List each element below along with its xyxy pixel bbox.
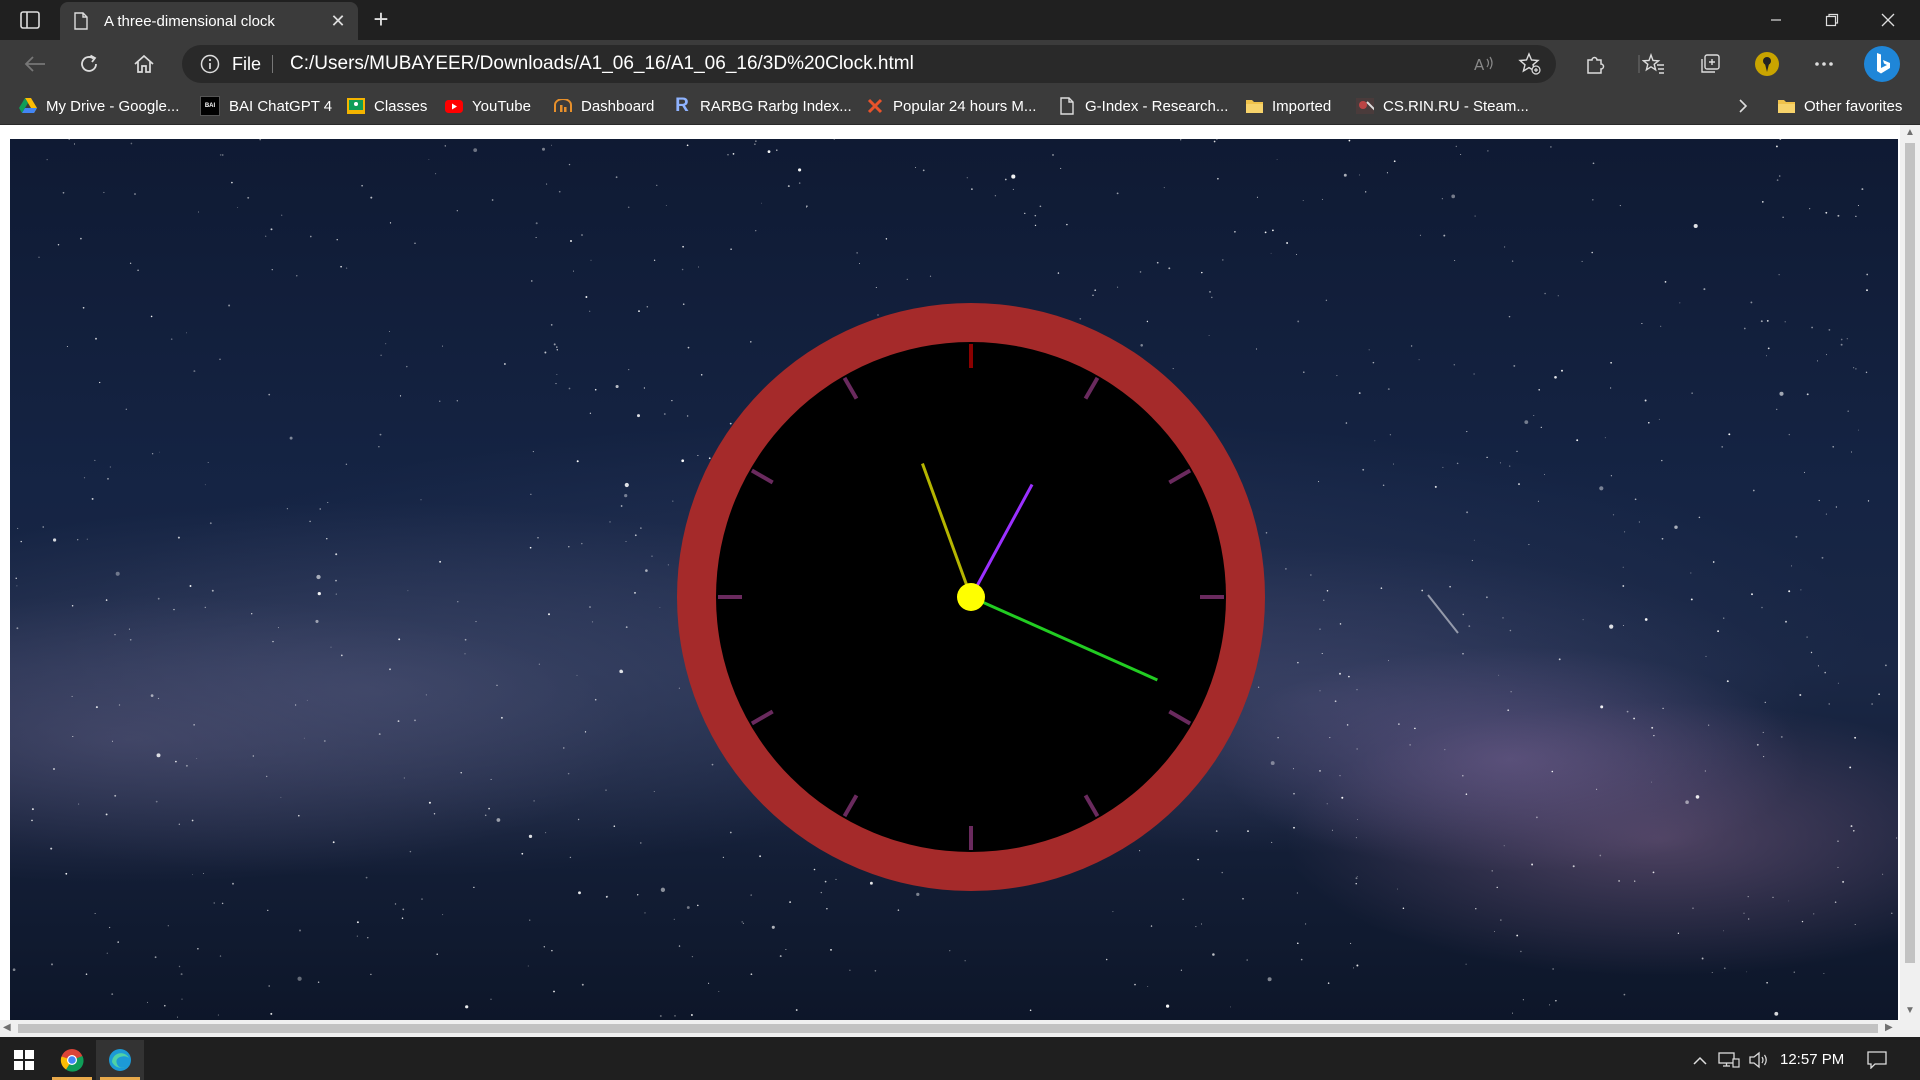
close-tab-icon[interactable]: ✕	[324, 7, 352, 35]
tab-title: A three-dimensional clock	[104, 12, 275, 30]
vertical-scrollbar[interactable]: ▲ ▼	[1900, 125, 1920, 1020]
x-logo-icon	[866, 97, 884, 115]
favorite-label: Popular 24 hours M...	[893, 97, 1037, 115]
favorite-label: BAI ChatGPT 4	[229, 97, 333, 115]
svg-text:A: A	[1474, 56, 1485, 74]
other-favorites-folder[interactable]: Other favorites	[1777, 96, 1902, 116]
favorites-icon[interactable]	[1639, 49, 1669, 79]
collections-icon[interactable]	[1695, 49, 1725, 79]
address-bar[interactable]: File C:/Users/MUBAYEER/Downloads/A1_06_1…	[182, 45, 1556, 83]
favorite-label: YouTube	[472, 97, 531, 115]
info-icon[interactable]	[200, 54, 220, 74]
system-time[interactable]: 12:57 PM	[1780, 1051, 1844, 1068]
favorites-bar: My Drive - Google... BAI BAI ChatGPT 4 C…	[0, 88, 1920, 125]
favorite-popular-24-hours[interactable]: Popular 24 hours M...	[866, 96, 1036, 116]
extensions-icon[interactable]	[1580, 49, 1610, 79]
favorite-label: RARBG Rarbg Index...	[700, 97, 852, 115]
close-window-icon[interactable]	[1860, 0, 1916, 40]
favorite-label: Classes	[374, 97, 428, 115]
tab-actions-icon[interactable]	[14, 8, 46, 32]
speaker-icon[interactable]	[1748, 1050, 1770, 1070]
google-drive-icon	[19, 97, 37, 115]
dashboard-icon	[554, 97, 572, 115]
starfield-canvas[interactable]	[10, 139, 1898, 1021]
favorite-label: Imported	[1272, 97, 1332, 115]
bai-icon: BAI	[200, 96, 220, 116]
google-classroom-icon	[347, 97, 365, 115]
favorite-label: My Drive - Google...	[46, 97, 180, 115]
url-text[interactable]: C:/Users/MUBAYEER/Downloads/A1_06_16/A1_…	[290, 53, 914, 75]
other-favorites-label: Other favorites	[1804, 97, 1903, 115]
edge-icon[interactable]	[96, 1040, 144, 1080]
navigation-toolbar: File C:/Users/MUBAYEER/Downloads/A1_06_1…	[0, 40, 1920, 88]
clock-center-pin	[957, 583, 985, 611]
page-content: ▲ ▼ ◀ ▶	[0, 125, 1920, 1037]
favorite-classes[interactable]: Classes	[347, 96, 427, 116]
read-aloud-icon[interactable]: A	[1472, 52, 1496, 76]
scroll-up-icon[interactable]: ▲	[1905, 127, 1915, 138]
favorite-my-drive[interactable]: My Drive - Google...	[19, 96, 179, 116]
scroll-right-icon[interactable]: ▶	[1885, 1022, 1893, 1033]
network-icon[interactable]	[1718, 1050, 1740, 1070]
minimize-icon[interactable]	[1748, 0, 1804, 40]
home-icon[interactable]	[126, 46, 162, 82]
more-options-icon[interactable]	[1809, 49, 1839, 79]
favorite-cs-rin[interactable]: CS.RIN.RU - Steam...	[1356, 96, 1529, 116]
favorite-rarbg[interactable]: R RARBG Rarbg Index...	[673, 95, 852, 116]
favorite-label: CS.RIN.RU - Steam...	[1383, 97, 1529, 115]
back-arrow-icon[interactable]	[17, 46, 53, 82]
windows-start-icon[interactable]	[0, 1040, 48, 1080]
rarbg-icon: R	[675, 95, 689, 116]
bing-copilot-icon[interactable]	[1862, 44, 1902, 84]
new-tab-button[interactable]: +	[366, 6, 396, 34]
analog-clock	[677, 303, 1265, 891]
chevron-up-icon[interactable]	[1689, 1050, 1711, 1070]
document-icon	[1058, 97, 1076, 115]
windows-taskbar: 12:57 PM	[0, 1040, 1920, 1080]
favorite-label: Dashboard	[581, 97, 655, 115]
favorite-youtube[interactable]: YouTube	[445, 96, 531, 116]
favorite-dashboard[interactable]: Dashboard	[554, 96, 654, 116]
horizontal-scrollbar[interactable]: ◀ ▶	[0, 1020, 1920, 1037]
divider	[272, 55, 273, 73]
notification-center-icon[interactable]	[1866, 1050, 1888, 1070]
refresh-icon[interactable]	[71, 46, 107, 82]
chrome-icon[interactable]	[48, 1040, 96, 1080]
youtube-icon	[445, 97, 463, 115]
chevron-right-icon[interactable]	[1732, 96, 1754, 116]
favorite-imported-folder[interactable]: Imported	[1245, 96, 1331, 116]
vertical-scroll-thumb[interactable]	[1905, 143, 1915, 963]
scroll-down-icon[interactable]: ▼	[1905, 1005, 1915, 1016]
profile-extension-icon[interactable]	[1752, 49, 1782, 79]
tab-strip: A three-dimensional clock ✕ +	[0, 0, 1920, 40]
favorite-g-index[interactable]: G-Index - Research...	[1058, 96, 1228, 116]
scheme-label: File	[232, 54, 262, 74]
active-tab[interactable]: A three-dimensional clock ✕	[60, 2, 358, 40]
restore-icon[interactable]	[1804, 0, 1860, 40]
favorite-bai-chatgpt[interactable]: BAI BAI ChatGPT 4	[200, 96, 332, 116]
document-icon	[74, 12, 90, 30]
scroll-left-icon[interactable]: ◀	[3, 1022, 11, 1033]
favorite-label: G-Index - Research...	[1085, 97, 1229, 115]
csrin-icon	[1356, 97, 1374, 115]
add-favorite-icon[interactable]	[1518, 52, 1542, 76]
folder-icon	[1245, 97, 1263, 115]
folder-icon	[1777, 97, 1795, 115]
horizontal-scroll-thumb[interactable]	[18, 1024, 1878, 1033]
